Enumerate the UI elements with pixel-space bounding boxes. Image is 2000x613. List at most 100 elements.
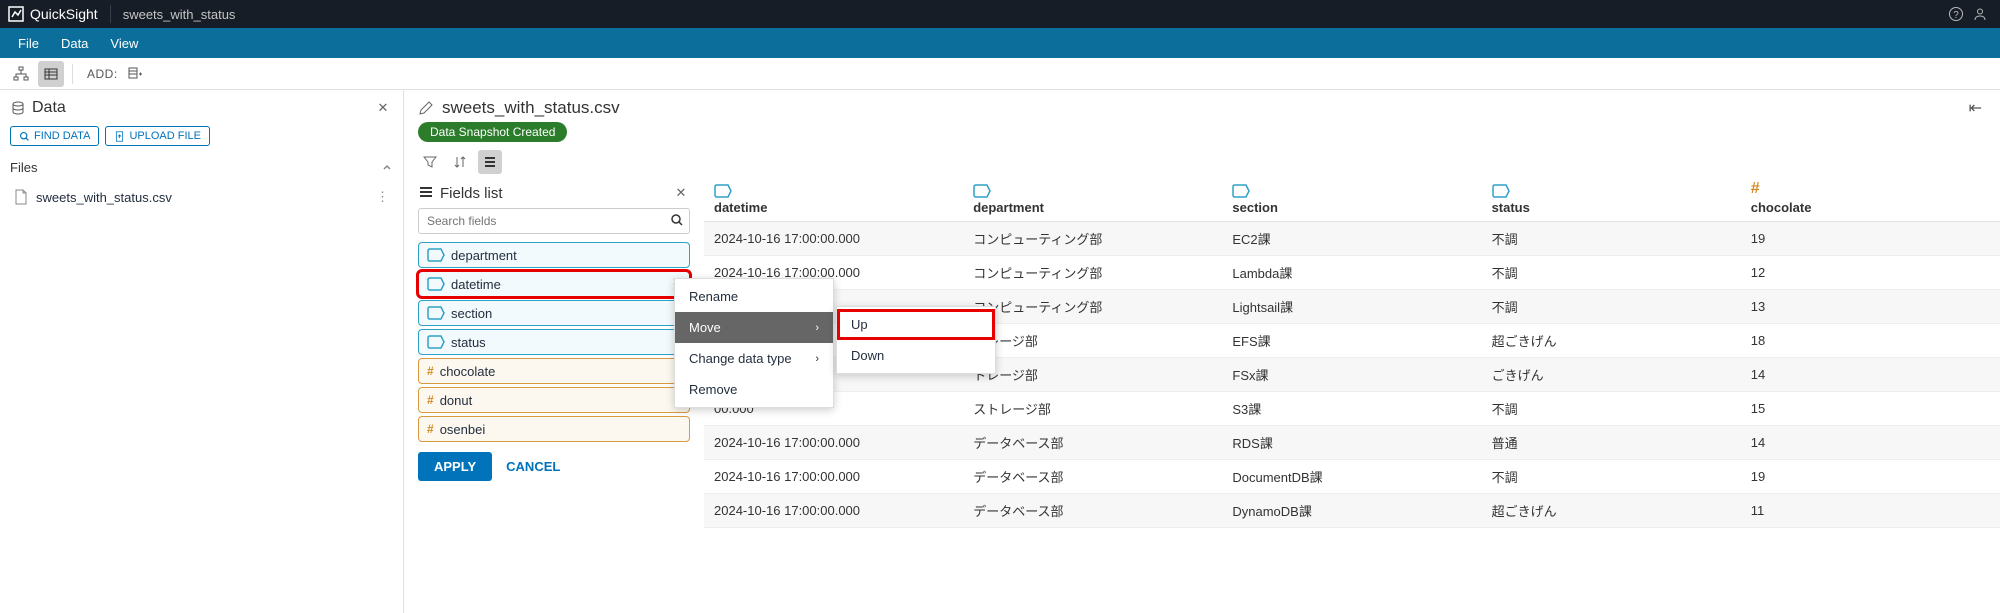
field-pill-datetime[interactable]: datetime⋮	[418, 271, 690, 297]
ctx-move[interactable]: Move›	[675, 312, 833, 343]
table-row[interactable]: 2024-10-16 17:00:00.000データベース部DynamoDB課超…	[704, 494, 2000, 528]
top-bar: QuickSight sweets_with_status ?	[0, 0, 2000, 28]
table-cell: 普通	[1482, 426, 1741, 460]
filter-button[interactable]	[418, 150, 442, 174]
table-cell: Lambda課	[1222, 256, 1481, 290]
table-cell: 不調	[1482, 256, 1741, 290]
table-row[interactable]: 2024-10-16 17:00:00.000コンピューティング部EC2課不調1…	[704, 222, 2000, 256]
hash-icon: #	[427, 393, 434, 407]
ctx-move-up[interactable]: Up	[837, 309, 995, 340]
data-panel: Data ✕ FIND DATA UPLOAD FILE Files sweet…	[0, 90, 404, 613]
schema-view-button[interactable]	[8, 61, 34, 87]
sort-button[interactable]	[448, 150, 472, 174]
tag-icon	[1492, 184, 1731, 198]
chevron-right-icon: ›	[815, 322, 819, 334]
table-cell: 2024-10-16 17:00:00.000	[704, 222, 963, 256]
tag-icon	[427, 306, 445, 320]
tag-icon	[427, 277, 445, 291]
main-area: Data ✕ FIND DATA UPLOAD FILE Files sweet…	[0, 90, 2000, 613]
table-row[interactable]: 2024-10-16 17:00:00.000コンピューティング部Lambda課…	[704, 256, 2000, 290]
table-cell: 12	[1741, 256, 2000, 290]
file-menu-button[interactable]: ⋮	[376, 189, 389, 205]
table-row[interactable]: 2024-10-16 17:00:00.000データベース部RDS課普通14	[704, 426, 2000, 460]
column-label: section	[1232, 200, 1278, 215]
tag-icon	[714, 184, 953, 198]
table-cell: コンピューティング部	[963, 256, 1222, 290]
fields-list-title: Fields list	[440, 185, 503, 202]
chevron-right-icon: ›	[815, 353, 819, 365]
cancel-button[interactable]: CANCEL	[506, 459, 560, 474]
field-pill-department[interactable]: department	[418, 242, 690, 268]
field-pill-osenbei[interactable]: #osenbei	[418, 416, 690, 442]
menu-data[interactable]: Data	[51, 30, 98, 57]
list-view-button[interactable]	[478, 150, 502, 174]
table-cell: EC2課	[1222, 222, 1481, 256]
column-section[interactable]: section	[1222, 180, 1481, 222]
table-cell: コンピューティング部	[963, 290, 1222, 324]
menu-view[interactable]: View	[100, 30, 148, 57]
table-cell: DynamoDB課	[1222, 494, 1481, 528]
table-cell: 13	[1741, 290, 2000, 324]
snapshot-badge: Data Snapshot Created	[418, 122, 567, 142]
column-label: datetime	[714, 200, 767, 215]
tag-icon	[427, 335, 445, 349]
field-label: status	[451, 335, 486, 350]
search-icon	[19, 131, 30, 142]
apply-button[interactable]: APPLY	[418, 452, 492, 481]
column-status[interactable]: status	[1482, 180, 1741, 222]
table-row[interactable]: 00.000ストレージ部S3課不調15	[704, 392, 2000, 426]
user-icon[interactable]	[1968, 2, 1992, 26]
data-panel-title: Data	[32, 99, 66, 117]
help-icon[interactable]: ?	[1944, 2, 1968, 26]
menu-bar: File Data View	[0, 28, 2000, 58]
ctx-move-down[interactable]: Down	[837, 340, 995, 371]
close-fields-panel[interactable]: ✕	[672, 184, 690, 202]
ctx-rename[interactable]: Rename	[675, 281, 833, 312]
ctx-remove[interactable]: Remove	[675, 374, 833, 405]
app-logo[interactable]: QuickSight	[8, 6, 98, 22]
column-datetime[interactable]: datetime	[704, 180, 963, 222]
hash-icon: #	[1751, 180, 1990, 198]
find-data-button[interactable]: FIND DATA	[10, 126, 99, 146]
table-cell: コンピューティング部	[963, 222, 1222, 256]
chevron-up-icon	[381, 162, 393, 174]
table-cell: ストレージ部	[963, 392, 1222, 426]
table-view-button[interactable]	[38, 61, 64, 87]
file-name: sweets_with_status.csv	[36, 190, 172, 205]
table-cell: 14	[1741, 426, 2000, 460]
add-label: ADD:	[87, 67, 118, 81]
table-cell: S3課	[1222, 392, 1481, 426]
column-chocolate[interactable]: # chocolate	[1741, 180, 2000, 222]
table-cell: 19	[1741, 460, 2000, 494]
table-cell: 15	[1741, 392, 2000, 426]
table-cell: EFS課	[1222, 324, 1481, 358]
table-cell: 不調	[1482, 222, 1741, 256]
add-data-source-button[interactable]	[122, 61, 148, 87]
file-item[interactable]: sweets_with_status.csv ⋮	[10, 183, 393, 211]
table-cell: 18	[1741, 324, 2000, 358]
table-row[interactable]: 2024-10-16 17:00:00.000データベース部DocumentDB…	[704, 460, 2000, 494]
data-table-wrap[interactable]: datetime department section status # chocolat…	[704, 180, 2000, 613]
ctx-change-type[interactable]: Change data type›	[675, 343, 833, 374]
collapse-handle[interactable]: ⇤	[1969, 98, 1982, 118]
close-data-panel[interactable]: ✕	[373, 98, 393, 118]
table-cell: ごきげん	[1482, 358, 1741, 392]
app-name: QuickSight	[30, 6, 98, 22]
field-pill-section[interactable]: section	[418, 300, 690, 326]
edit-icon[interactable]	[418, 100, 434, 116]
upload-file-label: UPLOAD FILE	[129, 130, 201, 142]
field-pill-status[interactable]: status	[418, 329, 690, 355]
search-fields-input[interactable]	[418, 208, 690, 234]
field-pill-chocolate[interactable]: #chocolate	[418, 358, 690, 384]
table-cell: データベース部	[963, 426, 1222, 460]
column-label: chocolate	[1751, 200, 1812, 215]
tag-icon	[1232, 184, 1471, 198]
table-cell: 超ごきげん	[1482, 324, 1741, 358]
table-cell: データベース部	[963, 494, 1222, 528]
files-section-header[interactable]: Files	[10, 156, 393, 179]
upload-file-button[interactable]: UPLOAD FILE	[105, 126, 210, 146]
right-content: sweets_with_status.csv ⇤ Data Snapshot C…	[404, 90, 2000, 613]
field-pill-donut[interactable]: #donut	[418, 387, 690, 413]
menu-file[interactable]: File	[8, 30, 49, 57]
column-department[interactable]: department	[963, 180, 1222, 222]
